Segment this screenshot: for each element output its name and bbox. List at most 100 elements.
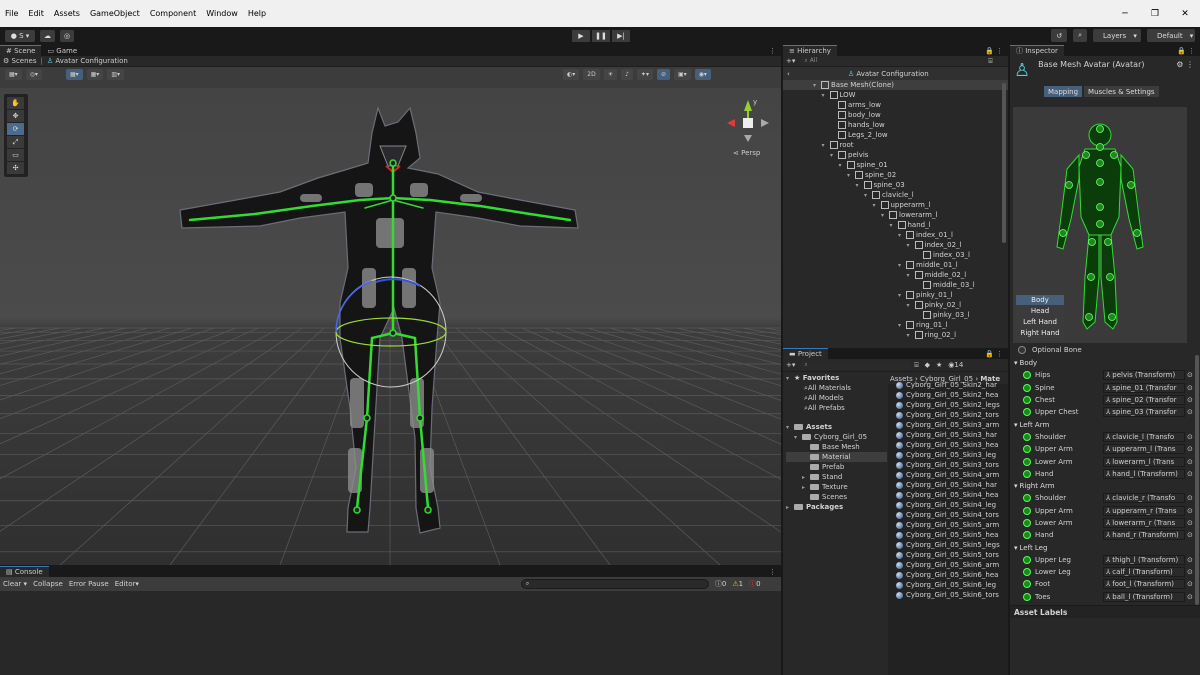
part-button-right-hand[interactable]: Right Hand — [1016, 328, 1064, 338]
favorite-item[interactable]: ⌕ All Prefabs — [786, 403, 887, 413]
hierarchy-item[interactable]: ▾ LOW — [783, 90, 1008, 100]
menu-item-help[interactable]: Help — [243, 9, 271, 18]
hierarchy-item[interactable]: ▾ spine_03 — [783, 180, 1008, 190]
bone-transform-field[interactable]: ⅄ spine_03 (Transfor — [1103, 407, 1185, 418]
material-file[interactable]: Cyborg_Girl_05_Skin6_arm — [896, 560, 1008, 570]
bone-group-header[interactable]: ▾ Left Leg — [1010, 541, 1200, 553]
hierarchy-item[interactable]: ▾ clavicle_l — [783, 190, 1008, 200]
draw-mode-dropdown[interactable]: ▦▾ — [5, 69, 22, 80]
hand-tool-icon[interactable]: ✋ — [7, 97, 24, 109]
material-file[interactable]: Cyborg_Girl_05_Skin3_hea — [896, 440, 1008, 450]
pivot-dropdown[interactable]: ◎▾ — [25, 69, 42, 80]
tab-console[interactable]: ▤ Console — [0, 566, 49, 577]
bone-transform-field[interactable]: ⅄ ball_l (Transform) — [1103, 591, 1185, 602]
hierarchy-item[interactable]: index_03_l — [783, 250, 1008, 260]
error-count[interactable]: ⓘ0 — [749, 579, 760, 589]
inspector-settings-icon[interactable]: ⚙ ⋮ — [1176, 60, 1200, 69]
minimize-icon[interactable]: ─ — [1110, 9, 1140, 19]
tab-inspector[interactable]: ⓘ Inspector — [1010, 45, 1064, 56]
hierarchy-item[interactable]: ▾ pinky_01_l — [783, 290, 1008, 300]
object-picker-icon[interactable]: ⊙ — [1187, 433, 1193, 441]
menu-item-component[interactable]: Component — [145, 9, 201, 18]
breadcrumb-current[interactable]: Avatar Configuration — [55, 57, 127, 65]
material-file[interactable]: Cyborg_Girl_05_Skin6_leg — [896, 580, 1008, 590]
material-file[interactable]: Cyborg_Girl_05_Skin5_legs — [896, 540, 1008, 550]
bone-group-header[interactable]: ▾ Body — [1010, 357, 1200, 369]
hierarchy-search-input[interactable]: ⌕ All — [800, 56, 985, 66]
hierarchy-item[interactable]: ▾ root — [783, 140, 1008, 150]
bone-transform-field[interactable]: ⅄ upperarm_r (Trans — [1103, 505, 1185, 516]
muscles-tab[interactable]: Muscles & Settings — [1084, 86, 1159, 97]
object-picker-icon[interactable]: ⊙ — [1187, 568, 1193, 576]
mapping-tab[interactable]: Mapping — [1044, 86, 1083, 97]
project-search-input[interactable]: ⌕ — [800, 360, 911, 370]
folder-item[interactable]: ▸ Texture — [786, 482, 887, 492]
hierarchy-item[interactable]: ▾ spine_02 — [783, 170, 1008, 180]
tab-project[interactable]: ▬ Project — [783, 348, 828, 359]
snap-toggle[interactable]: ▦▾ — [86, 69, 104, 80]
move-tool-icon[interactable]: ✥ — [7, 110, 24, 122]
cloud-icon[interactable]: ☁ — [40, 30, 55, 42]
hierarchy-item[interactable]: ▾ spine_01 — [783, 160, 1008, 170]
hierarchy-item[interactable]: ▾ pinky_02_l — [783, 300, 1008, 310]
lighting-icon[interactable]: ☀ — [603, 69, 618, 80]
bone-transform-field[interactable]: ⅄ lowerarm_r (Trans — [1103, 518, 1185, 528]
object-picker-icon[interactable]: ⊙ — [1187, 458, 1193, 466]
layout-dropdown[interactable]: Default ▾ — [1147, 29, 1195, 42]
hierarchy-item[interactable]: ▾ hand_l — [783, 220, 1008, 230]
favorite-item[interactable]: ⌕ All Materials — [786, 383, 887, 393]
tab-game[interactable]: ▭ Game — [41, 45, 83, 56]
folder-item[interactable]: ▸ Stand — [786, 472, 887, 482]
mode-2d-button[interactable]: 2D — [583, 69, 600, 80]
info-count[interactable]: ⓘ0 — [715, 579, 726, 589]
object-picker-icon[interactable]: ⊙ — [1187, 396, 1193, 404]
bone-transform-field[interactable]: ⅄ calf_l (Transform) — [1103, 567, 1185, 578]
hierarchy-item[interactable]: ▾ Base Mesh(Clone) — [783, 80, 1008, 90]
hidden-count[interactable]: ◉14 — [948, 361, 963, 369]
hierarchy-item[interactable]: ▾ upperarm_l — [783, 200, 1008, 210]
rect-tool-icon[interactable]: ▭ — [7, 149, 24, 161]
persp-label[interactable]: ⋖ Persp — [733, 149, 760, 157]
step-icon[interactable]: ▶| — [612, 30, 630, 42]
transform-tool-icon[interactable]: ✣ — [7, 162, 24, 174]
menu-item-edit[interactable]: Edit — [23, 9, 49, 18]
audio-icon[interactable]: ♪ — [621, 69, 633, 80]
play-icon[interactable]: ▶ — [572, 30, 590, 42]
bone-transform-field[interactable]: ⅄ foot_l (Transform) — [1103, 579, 1185, 590]
folder-item[interactable]: Base Mesh — [786, 442, 887, 452]
history-icon[interactable]: ↺ — [1051, 29, 1068, 42]
hierarchy-item[interactable]: ▾ middle_01_l — [783, 260, 1008, 270]
hierarchy-scene-header[interactable]: ‹ ♙ Avatar Configuration — [783, 67, 1008, 80]
hidden-toggle-icon[interactable]: ⊘ — [656, 69, 670, 80]
hierarchy-filter-icon[interactable]: ⌸ — [988, 57, 992, 66]
menu-item-file[interactable]: File — [0, 9, 23, 18]
shading-dropdown[interactable]: ◐▾ — [563, 69, 580, 80]
material-file[interactable]: Cyborg_Girl_05_Skin2_tors — [896, 410, 1008, 420]
material-file[interactable]: Cyborg_Girl_05_Skin3_har — [896, 430, 1008, 440]
object-picker-icon[interactable]: ⊙ — [1187, 593, 1193, 601]
favorite-item[interactable]: ⌕ All Models — [786, 393, 887, 403]
account-button[interactable]: ● S ▾ — [5, 30, 35, 42]
hierarchy-lock-icon[interactable]: 🔒 ⋮ — [985, 47, 1008, 55]
error-pause-button[interactable]: Error Pause — [69, 580, 109, 588]
folder-item[interactable]: Prefab — [786, 462, 887, 472]
material-file[interactable]: Cyborg_Girl_05_Skin5_tors — [896, 550, 1008, 560]
folder-item[interactable]: Material — [786, 452, 887, 462]
menu-item-gameobject[interactable]: GameObject — [85, 9, 145, 18]
hierarchy-item[interactable]: ▾ index_01_l — [783, 230, 1008, 240]
type-filter-icon[interactable]: ⌸ — [914, 361, 918, 370]
favorite-filter-icon[interactable]: ★ — [936, 361, 942, 369]
bone-transform-field[interactable]: ⅄ upperarm_l (Trans — [1103, 444, 1185, 455]
hierarchy-item[interactable]: ▾ index_02_l — [783, 240, 1008, 250]
part-button-body[interactable]: Body — [1016, 295, 1064, 305]
material-file[interactable]: Cyborg_Girl_05_Skin4_arm — [896, 470, 1008, 480]
tab-hierarchy[interactable]: ≡ Hierarchy — [783, 45, 837, 56]
material-file[interactable]: Cyborg_Girl_05_Skin6_hea — [896, 570, 1008, 580]
collapse-button[interactable]: Collapse — [33, 580, 63, 588]
rotate-tool-icon[interactable]: ⟳ — [7, 123, 24, 135]
bone-transform-field[interactable]: ⅄ hand_r (Transform) — [1103, 530, 1185, 541]
material-file[interactable]: Cyborg_Girl_05_Skin3_arm — [896, 420, 1008, 430]
object-picker-icon[interactable]: ⊙ — [1187, 519, 1193, 527]
folder-cyborg[interactable]: ▾ Cyborg_Girl_05 — [786, 432, 887, 442]
object-picker-icon[interactable]: ⊙ — [1187, 556, 1193, 564]
